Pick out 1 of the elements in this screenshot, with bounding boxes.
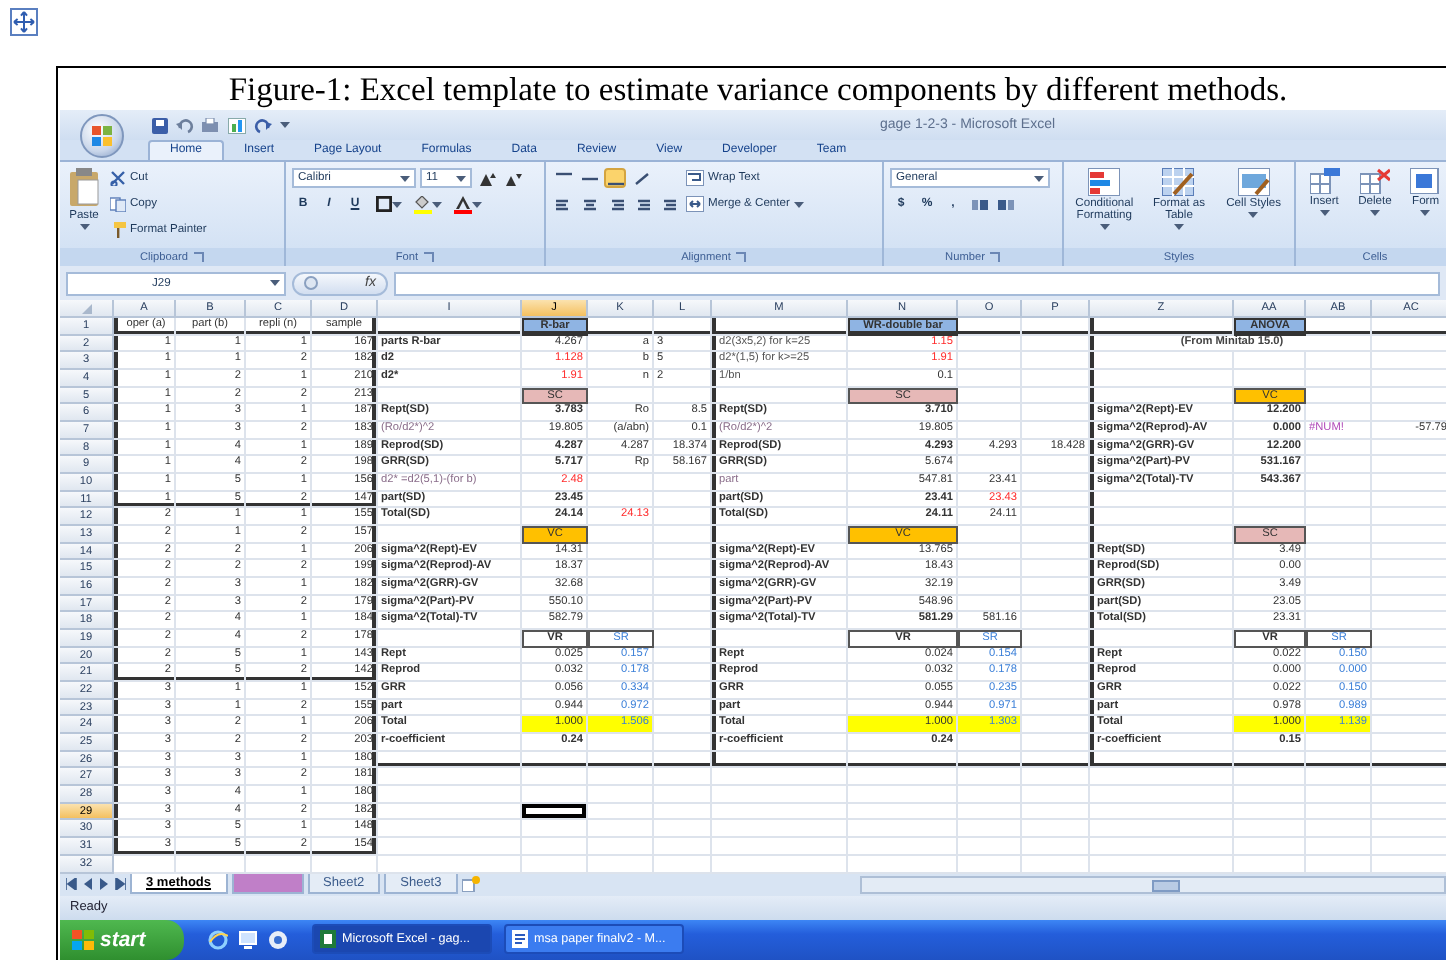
figure-caption: Figure-1: Excel template to estimate variance components by different methods. bbox=[226, 68, 1290, 110]
